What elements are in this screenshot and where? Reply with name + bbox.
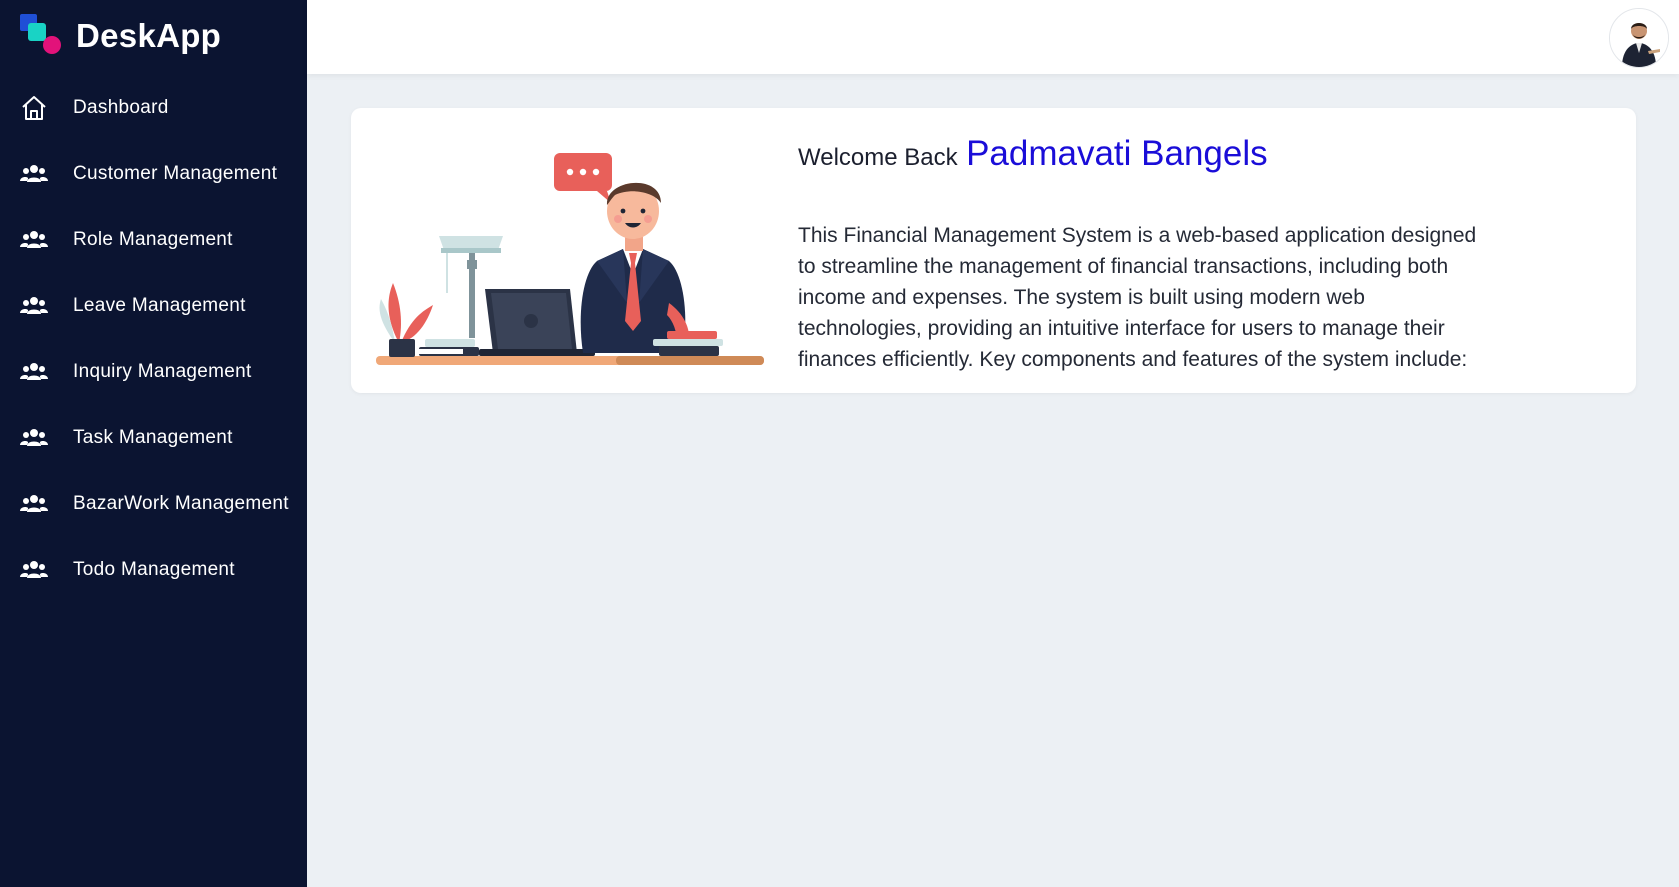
sidebar-item-label: Customer Management (73, 163, 278, 184)
avatar-person-icon (1610, 9, 1668, 67)
sidebar-item-inquiry-management[interactable]: Inquiry Management (0, 339, 307, 405)
sidebar-item-customer-management[interactable]: Customer Management (0, 141, 307, 207)
sidebar-item-task-management[interactable]: Task Management (0, 405, 307, 471)
sidebar-nav: Dashboard Customer Management Role Manag… (0, 75, 307, 603)
users-icon (20, 358, 48, 386)
sidebar-item-todo-management[interactable]: Todo Management (0, 537, 307, 603)
users-icon (20, 490, 48, 518)
sidebar-item-label: Leave Management (73, 295, 246, 316)
office-worker-illustration (376, 153, 764, 365)
sidebar-item-role-management[interactable]: Role Management (0, 207, 307, 273)
users-icon (20, 556, 48, 584)
brand[interactable]: DeskApp (20, 14, 221, 58)
users-icon (20, 160, 48, 188)
home-icon (20, 94, 48, 122)
brand-name: DeskApp (76, 17, 222, 54)
user-company-name: Padmavati Bangels (966, 134, 1268, 173)
users-icon (20, 226, 48, 254)
users-icon (20, 292, 48, 320)
sidebar-item-label: Role Management (73, 229, 233, 250)
welcome-card: Welcome Back Padmavati Bangels This Fina… (351, 108, 1636, 393)
sidebar-item-label: Dashboard (73, 97, 169, 118)
system-description: This Financial Management System is a we… (798, 224, 1477, 371)
deskapp-logo-icon (20, 14, 61, 54)
sidebar-item-label: Task Management (73, 427, 233, 448)
sidebar-item-bazarwork-management[interactable]: BazarWork Management (0, 471, 307, 537)
sidebar-item-label: BazarWork Management (73, 493, 289, 514)
welcome-heading: Welcome Back Padmavati Bangels (798, 134, 1268, 174)
sidebar: DeskApp Dashboard Customer Management Ro… (0, 0, 307, 887)
sidebar-item-label: Inquiry Management (73, 361, 252, 382)
welcome-prefix: Welcome Back (798, 144, 958, 171)
top-header (307, 0, 1679, 74)
sidebar-item-leave-management[interactable]: Leave Management (0, 273, 307, 339)
user-avatar[interactable] (1609, 8, 1669, 68)
sidebar-item-dashboard[interactable]: Dashboard (0, 75, 307, 141)
users-icon (20, 424, 48, 452)
sidebar-item-label: Todo Management (73, 559, 235, 580)
